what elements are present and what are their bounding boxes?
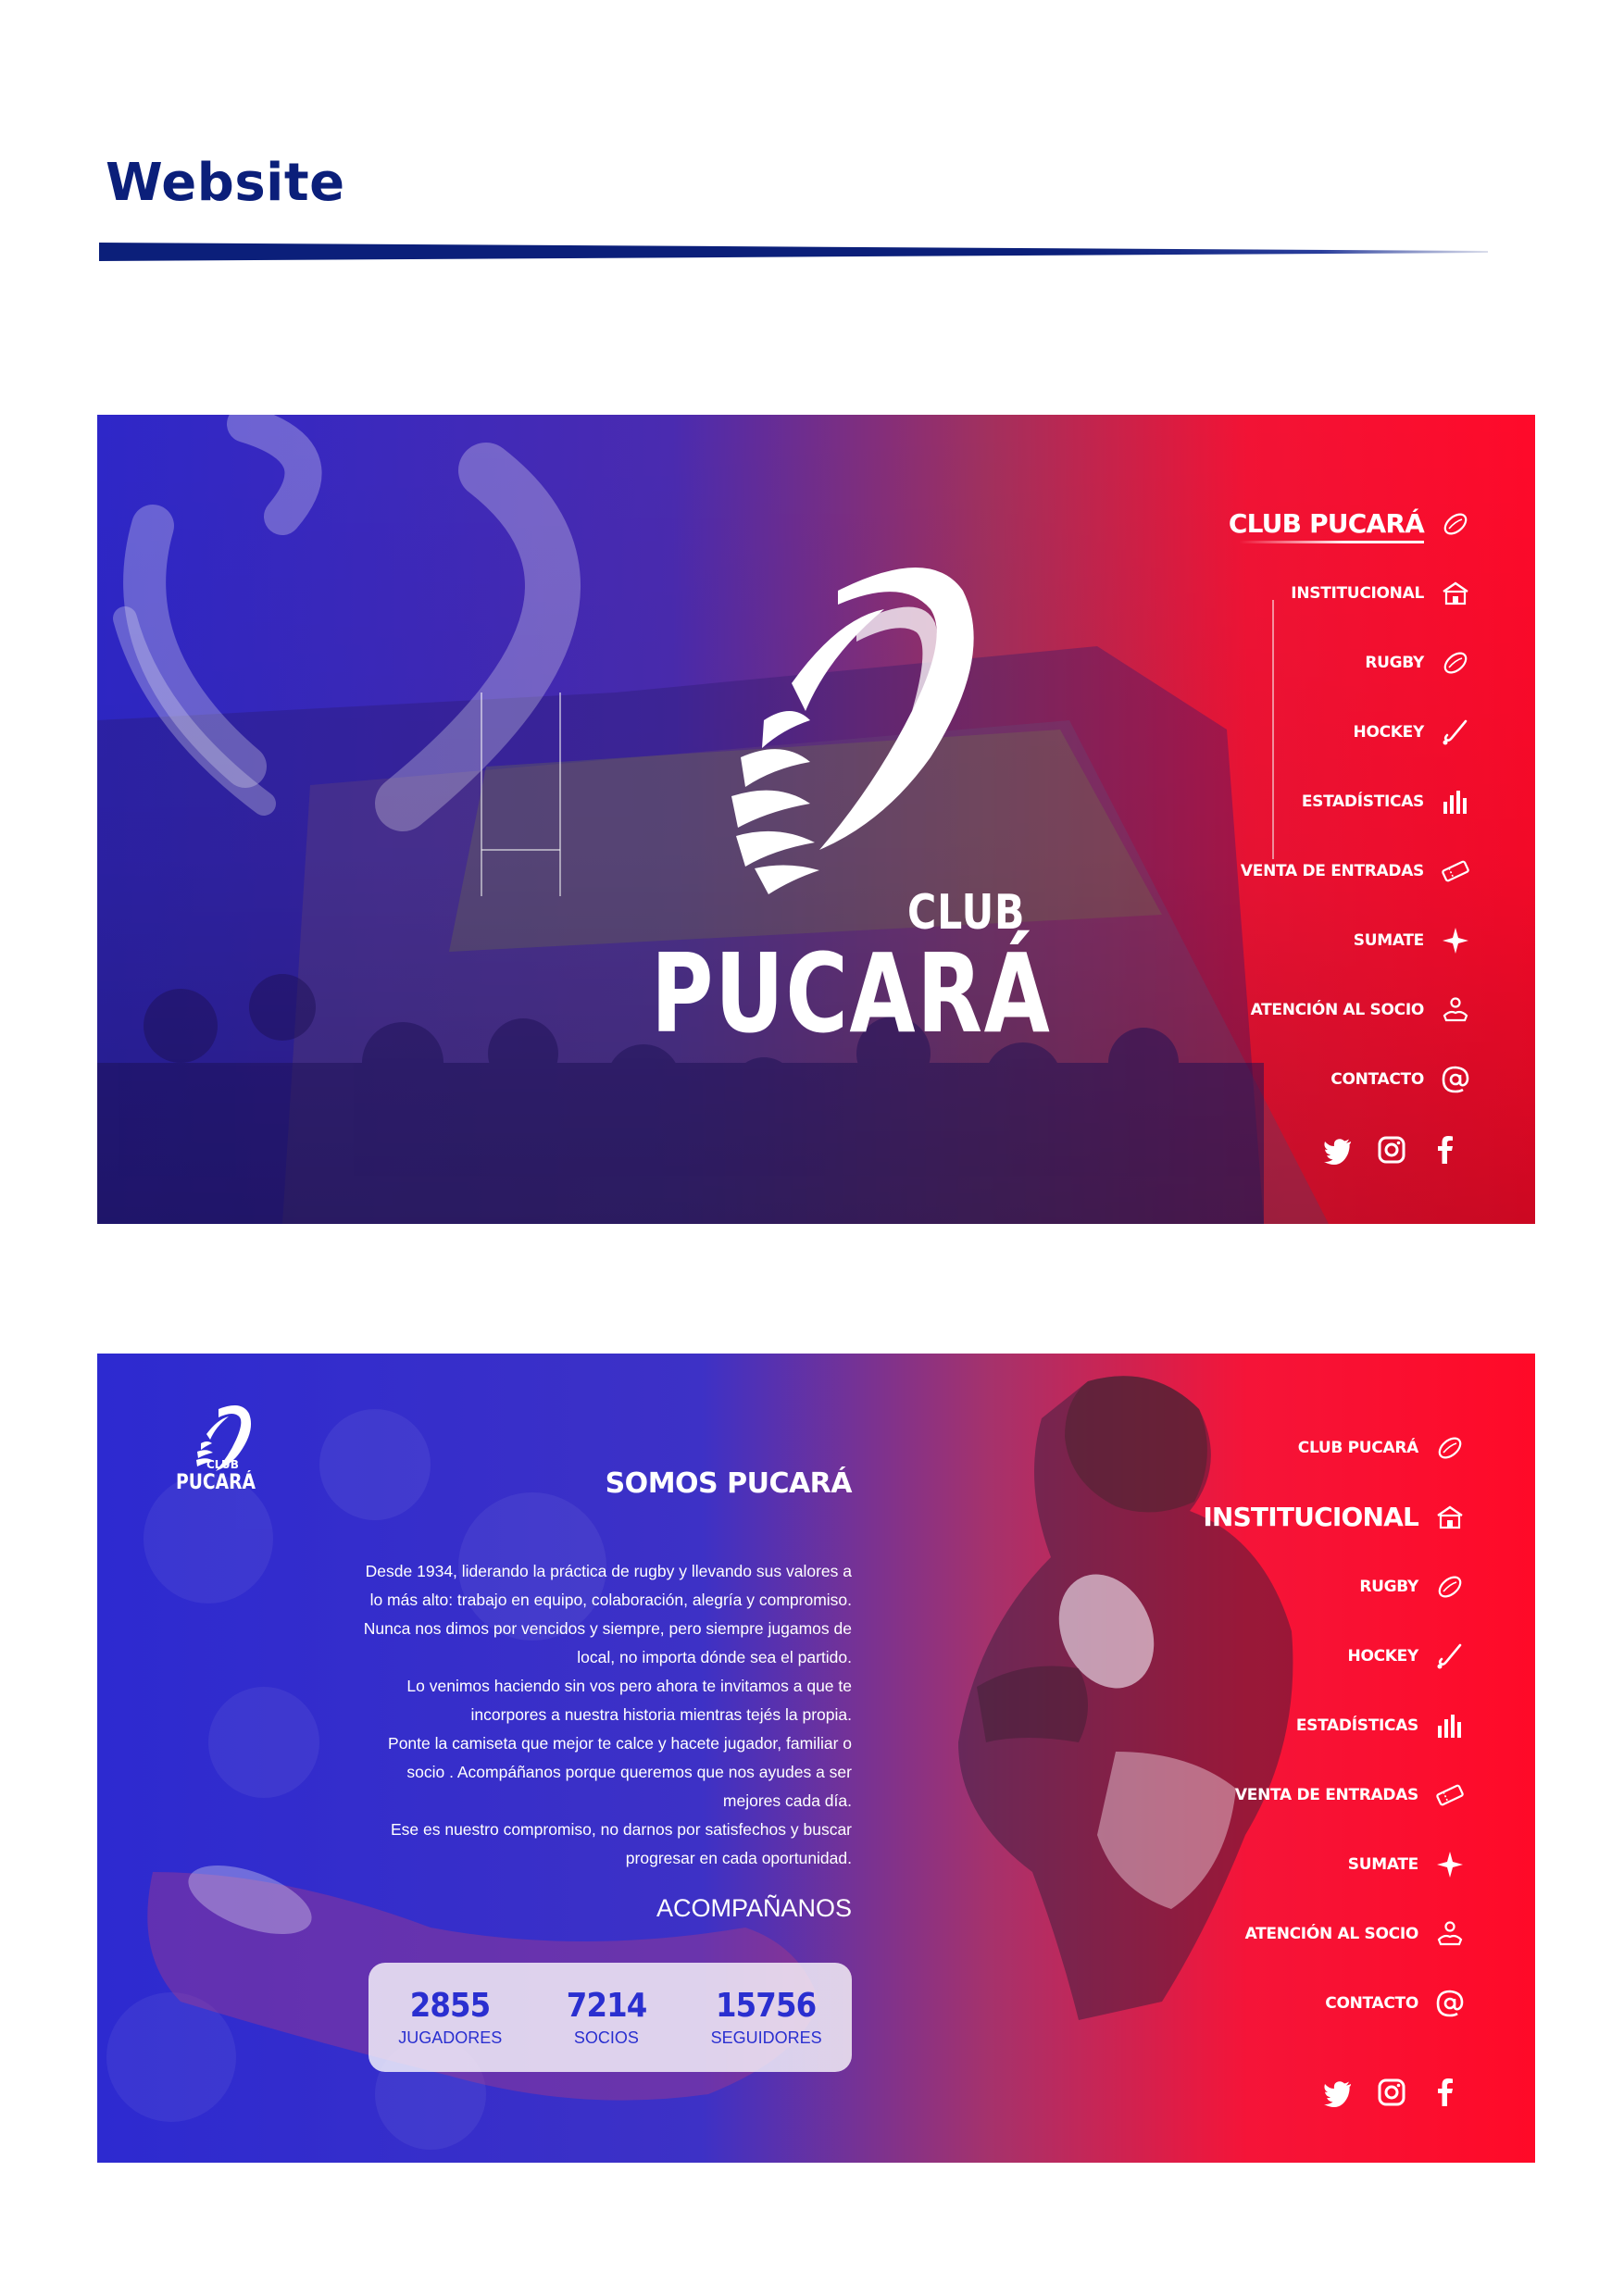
stat-value: 2855: [409, 1987, 491, 2025]
stat-seguidores: 15756 SEGUIDORES: [710, 1987, 822, 2048]
nav-item-club-pucara[interactable]: CLUB PUCARÁ: [1076, 1413, 1465, 1482]
logo-club-text: CLUB: [206, 1458, 239, 1471]
institucional-screen-mockup: CLUB PUCARÁ SOMOS PUCARÁ Desde 1934, lid…: [97, 1354, 1535, 2163]
nav-item-sumate[interactable]: SUMATE: [1081, 905, 1470, 975]
title-divider: [99, 243, 1488, 261]
nav-item-institucional[interactable]: INSTITUCIONAL: [1076, 1482, 1465, 1552]
acompananos-link[interactable]: ACOMPAÑANOS: [560, 1894, 852, 1923]
stat-label: JUGADORES: [398, 2028, 503, 2047]
at-sign-icon: [1435, 1989, 1465, 2018]
nav-item-atencion-al-socio[interactable]: ATENCIÓN AL SOCIO: [1081, 975, 1470, 1044]
nav-item-institucional[interactable]: INSTITUCIONAL: [1081, 558, 1470, 628]
instagram-icon[interactable]: [1376, 2077, 1407, 2108]
hockey-stick-icon: [1441, 718, 1470, 747]
rugby-ball-icon: [1435, 1433, 1465, 1463]
home-screen-mockup: CLUB PUCARÁ CLUB PUCARÁ INSTITUCIONAL RU…: [97, 415, 1535, 1224]
stat-value: 15756: [716, 1987, 817, 2025]
club-logo-icon: [731, 568, 974, 894]
nav-item-club-pucara[interactable]: CLUB PUCARÁ: [1081, 489, 1470, 558]
page-title: Website: [106, 153, 345, 213]
social-links: [1322, 1134, 1461, 1166]
nav-item-rugby[interactable]: RUGBY: [1076, 1552, 1465, 1621]
bar-chart-icon: [1441, 787, 1470, 817]
instagram-icon[interactable]: [1376, 1134, 1407, 1166]
twitter-icon[interactable]: [1322, 1134, 1354, 1166]
nav-item-estadisticas[interactable]: ESTADÍSTICAS: [1081, 767, 1470, 836]
nav-item-venta-de-entradas[interactable]: VENTA DE ENTRADAS: [1081, 836, 1470, 905]
handshake-icon: [1435, 1919, 1465, 1949]
stat-label: SOCIOS: [573, 2028, 639, 2047]
house-icon: [1435, 1503, 1465, 1532]
main-navigation: CLUB PUCARÁ INSTITUCIONAL RUGBY HOCKEY E…: [1076, 1413, 1465, 2038]
nav-item-atencion-al-socio[interactable]: ATENCIÓN AL SOCIO: [1076, 1899, 1465, 1968]
nav-item-hockey[interactable]: HOCKEY: [1076, 1621, 1465, 1691]
nav-item-venta-de-entradas[interactable]: VENTA DE ENTRADAS: [1076, 1760, 1465, 1829]
ticket-icon: [1441, 856, 1470, 886]
twitter-icon[interactable]: [1322, 2077, 1354, 2108]
rugby-ball-icon: [1435, 1572, 1465, 1602]
section-heading: SOMOS PUCARÁ: [605, 1467, 853, 1500]
logo-pucara-text: PUCARÁ: [176, 1471, 256, 1494]
nav-item-sumate[interactable]: SUMATE: [1076, 1829, 1465, 1899]
nav-item-contacto[interactable]: CONTACTO: [1076, 1968, 1465, 2038]
about-paragraph: Desde 1934, liderando la práctica de rug…: [363, 1562, 852, 1666]
nav-item-contacto[interactable]: CONTACTO: [1081, 1044, 1470, 1114]
rugby-ball-icon: [1441, 509, 1470, 539]
stat-label: SEGUIDORES: [710, 2028, 822, 2047]
facebook-icon[interactable]: [1430, 2077, 1461, 2108]
at-sign-icon: [1441, 1065, 1470, 1094]
hockey-stick-icon: [1435, 1641, 1465, 1671]
about-text: Desde 1934, liderando la práctica de rug…: [356, 1557, 852, 1873]
stat-socios: 7214 SOCIOS: [562, 1987, 651, 2048]
ticket-icon: [1435, 1780, 1465, 1810]
bar-chart-icon: [1435, 1711, 1465, 1741]
stats-panel: 2855 JUGADORES 7214 SOCIOS 15756 SEGUIDO…: [369, 1963, 852, 2072]
nav-item-hockey[interactable]: HOCKEY: [1081, 697, 1470, 767]
stat-jugadores: 2855 JUGADORES: [398, 1987, 502, 2048]
logo-pucara-text: PUCARÁ: [651, 930, 1052, 1057]
about-paragraph: Ese es nuestro compromiso, no darnos por…: [390, 1820, 852, 1867]
about-paragraph: Lo venimos haciendo sin vos pero ahora t…: [406, 1677, 852, 1724]
main-navigation: CLUB PUCARÁ INSTITUCIONAL RUGBY HOCKEY E…: [1081, 489, 1470, 1114]
nav-item-rugby[interactable]: RUGBY: [1081, 628, 1470, 697]
nav-item-estadisticas[interactable]: ESTADÍSTICAS: [1076, 1691, 1465, 1760]
stat-value: 7214: [566, 1987, 647, 2025]
star-icon: [1441, 926, 1470, 955]
social-links: [1322, 2077, 1461, 2108]
facebook-icon[interactable]: [1430, 1134, 1461, 1166]
star-icon: [1435, 1850, 1465, 1879]
handshake-icon: [1441, 995, 1470, 1025]
rugby-ball-icon: [1441, 648, 1470, 678]
house-icon: [1441, 579, 1470, 608]
about-paragraph: Ponte la camiseta que mejor te calce y h…: [388, 1734, 852, 1810]
